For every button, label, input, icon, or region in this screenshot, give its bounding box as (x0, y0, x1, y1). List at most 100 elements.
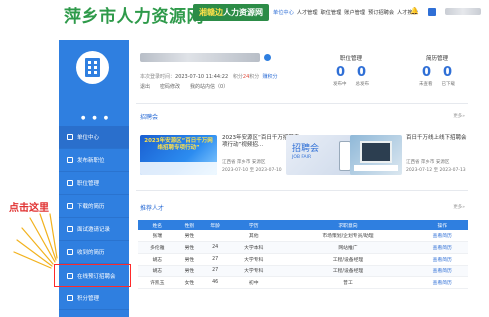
logout-link[interactable]: 退出 (140, 83, 150, 90)
login-info: 本次登录时间：2023-07-10 11:44:22 积分24积分 赚积分 (140, 73, 278, 80)
job-fair-more-link[interactable]: 更多» (453, 113, 465, 119)
download-icon (67, 203, 73, 209)
briefcase-icon (67, 180, 73, 186)
login-label: 本次登录时间： (140, 74, 176, 80)
cell-education: 大学专科 (228, 253, 280, 266)
change-password-link[interactable]: 密码修改 (160, 83, 180, 90)
jobs-total-count[interactable]: 0 (357, 65, 366, 80)
quick-dot-icon[interactable]: ● (104, 115, 108, 121)
building-icon (85, 58, 100, 77)
screen-icon (360, 141, 392, 163)
job-fair-thumbnail[interactable]: 2023年安源区“百日千万网络招聘专项行动” (140, 135, 217, 175)
cell-gender: 男性 (176, 265, 203, 278)
sidebar-item-post-job[interactable]: 发布新职位 (59, 149, 129, 172)
view-resume-link[interactable]: 查看简历 (416, 265, 468, 278)
calendar-icon (67, 226, 73, 232)
cell-gender: 男性 (176, 230, 203, 243)
col-age: 年龄 (202, 220, 228, 230)
cell-gender: 女性 (176, 276, 203, 289)
bell-icon[interactable]: 🔔 (410, 7, 419, 16)
resumes-unread-label: 未查看 (419, 82, 433, 87)
cell-name: 多伦雅 (138, 241, 177, 254)
talent-table: 姓名 性别 年龄 学历 求职意向 操作 张瑞 男性 其他 市场策划/企划专员/助… (138, 220, 468, 289)
points-unit: 积分 (249, 74, 260, 80)
jobs-active-count[interactable]: 0 (336, 65, 345, 80)
jobs-active-label: 发布中 (333, 82, 347, 87)
cell-name: 张瑞 (138, 230, 177, 243)
cell-name: 许凯玉 (138, 276, 177, 289)
resume-stats-title: 简历管理 (425, 56, 448, 62)
quick-dot-icon[interactable]: ● (81, 115, 85, 121)
sidebar-item-book-job-fair[interactable]: 在线预订招聘会 (54, 264, 131, 287)
job-fair-title[interactable]: 百日千万线上线下招聘会 (406, 135, 472, 142)
resumes-unread-count[interactable]: 0 (422, 65, 431, 80)
desk-icon (354, 165, 398, 171)
profile-actions: 退出 密码修改 我的站内信（0） (140, 83, 228, 90)
company-avatar (76, 51, 109, 84)
sidebar-item-label: 职位管理 (77, 181, 100, 187)
col-action: 操作 (416, 220, 468, 230)
sidebar-item-label: 收到的简历 (77, 250, 105, 256)
table-row: 许凯玉 女性 46 初中 普工 查看简历 (138, 276, 468, 289)
sidebar-item-label: 单位中心 (77, 135, 100, 141)
job-stats-values: 00 (322, 65, 380, 80)
sidebar-item-label: 积分管理 (77, 296, 100, 302)
table-row: 胡志 男性 27 大学专科 工程/设备经理 查看简历 (138, 265, 468, 278)
cell-intention: 普工 (279, 276, 417, 289)
header-tools: 🔔 (410, 7, 481, 16)
click-here-annotation: 点击这里 (9, 203, 49, 214)
resumes-downloaded-count[interactable]: 0 (443, 65, 452, 80)
job-fair-thumbnail[interactable] (350, 135, 402, 175)
quick-dot-icon[interactable]: ● (92, 115, 96, 121)
badge-suffix: 人力资源网 (223, 8, 263, 17)
sidebar-item-label: 在线预订招聘会 (77, 273, 116, 280)
cell-age: 27 (202, 253, 228, 266)
job-stats-title: 职位管理 (339, 56, 362, 62)
sidebar-item-job-management[interactable]: 职位管理 (59, 172, 129, 195)
nav-book-job-fair[interactable]: 预订招聘会 (368, 9, 394, 16)
inbox-icon (67, 249, 73, 255)
divider (136, 190, 468, 191)
home-icon (67, 134, 73, 140)
sidebar-item-company-center[interactable]: 单位中心 (59, 126, 129, 149)
view-resume-link[interactable]: 查看简历 (416, 276, 468, 289)
sidebar-item-interview-records[interactable]: 面试邀请记录 (59, 218, 129, 241)
earn-points-link[interactable]: 赚积分 (263, 74, 278, 80)
sidebar-item-label: 下载的简历 (77, 204, 105, 210)
nav-account-management[interactable]: 账户管理 (344, 9, 365, 16)
company-name-blurred (140, 53, 260, 62)
job-stats: 职位管理 00 发布中 总发布 (322, 54, 380, 87)
messages-link[interactable]: 我的站内信（0） (190, 83, 228, 90)
nav-talent-management[interactable]: 人才管理 (297, 9, 318, 16)
cell-gender: 男性 (176, 241, 203, 254)
user-icon[interactable] (427, 7, 436, 16)
nav-company-center[interactable]: 单位中心 (273, 9, 294, 16)
sidebar-item-received-resumes[interactable]: 收到的简历 (59, 241, 129, 264)
cell-age: 46 (202, 276, 228, 289)
sidebar-item-points[interactable]: 积分管理 (59, 287, 129, 310)
view-resume-link[interactable]: 查看简历 (416, 230, 468, 243)
cell-age: 24 (202, 241, 228, 254)
job-fair-location: 江西省 萍乡市 安源区 (406, 160, 450, 165)
sidebar-item-downloaded-resumes[interactable]: 下载的简历 (59, 195, 129, 218)
cell-intention: 网站推广 (279, 241, 417, 254)
talent-more-link[interactable]: 更多» (453, 204, 465, 210)
fair-icon (67, 272, 73, 279)
cell-education: 初中 (228, 276, 280, 289)
job-fair-thumbnail-band (140, 162, 217, 175)
site-logo[interactable]: 萍乡市人力资源网 (64, 2, 204, 27)
col-gender: 性别 (176, 220, 203, 230)
view-resume-link[interactable]: 查看简历 (416, 241, 468, 254)
job-fair-dates: 2023-07-10 至 2023-07-10 (222, 168, 282, 173)
col-education: 学历 (228, 220, 280, 230)
sidebar-item-label: 面试邀请记录 (77, 227, 111, 233)
username-blurred[interactable] (444, 8, 481, 15)
job-fair-section-title: 招聘会 (140, 114, 159, 121)
cell-name: 胡志 (138, 265, 177, 278)
resume-stats-values: 00 (408, 65, 466, 80)
profile-card: 本次登录时间：2023-07-10 11:44:22 积分24积分 赚积分 退出… (140, 53, 325, 90)
jobs-total-label: 总发布 (355, 82, 370, 87)
site-header: 萍乡市人力资源网 湘赣边人力资源网 单位中心 人才管理 职位管理 账户管理 预订… (0, 0, 489, 28)
nav-job-management[interactable]: 职位管理 (321, 9, 342, 16)
view-resume-link[interactable]: 查看简历 (416, 253, 468, 266)
